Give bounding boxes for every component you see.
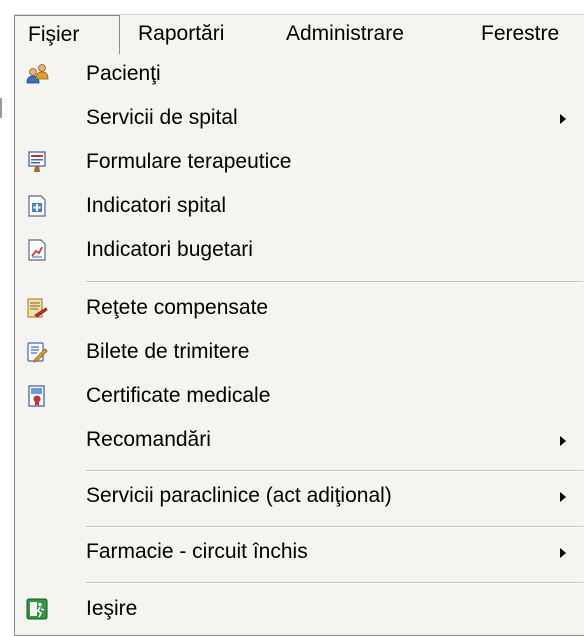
menu-item-label: Servicii de spital	[86, 106, 238, 129]
menu-item-formulare-terapeutice[interactable]: Formulare terapeutice	[15, 140, 584, 184]
menu-item-label: Indicatori spital	[86, 194, 227, 217]
menu-separator	[86, 582, 583, 584]
window-edge	[0, 98, 2, 118]
menu-item-servicii-spital[interactable]: Servicii de spital	[15, 96, 584, 140]
medical-certificate-icon	[26, 385, 48, 407]
submenu-arrow-icon	[560, 548, 566, 558]
application-screen: Fişier Raportări Administrare Ferestre P…	[0, 0, 584, 636]
menu-item-indicatori-bugetari[interactable]: Indicatori bugetari	[15, 228, 584, 272]
referral-tickets-icon	[26, 341, 48, 363]
menu-item-label: Farmacie - circuit închis	[86, 540, 308, 563]
submenu-arrow-icon	[560, 492, 566, 502]
menu-item-label: Ieşire	[86, 597, 138, 620]
prescriptions-icon	[26, 297, 48, 319]
hospital-indicators-icon	[26, 195, 48, 217]
menu-item-label: Reţete compensate	[86, 296, 269, 319]
menu-item-label: Certificate medicale	[86, 384, 271, 407]
menu-administrare[interactable]: Administrare	[286, 15, 404, 53]
menu-item-pacienti[interactable]: Pacienţi	[15, 52, 584, 96]
menu-raportari[interactable]: Raportări	[138, 15, 224, 53]
menu-item-label: Formulare terapeutice	[86, 150, 292, 173]
file-dropdown-menu: Pacienţi Servicii de spital Formulare te…	[14, 51, 584, 636]
menu-item-iesire[interactable]: Ieşire	[15, 587, 584, 631]
menu-separator	[86, 526, 583, 528]
menu-item-bilete-trimitere[interactable]: Bilete de trimitere	[15, 330, 584, 374]
menu-item-label: Pacienţi	[86, 62, 161, 85]
menu-item-label: Servicii paraclinice (act adiţional)	[86, 484, 392, 507]
exit-icon	[26, 598, 48, 620]
menu-bar: Fişier Raportări Administrare Ferestre	[14, 14, 584, 54]
submenu-arrow-icon	[560, 114, 566, 124]
menu-item-indicatori-spital[interactable]: Indicatori spital	[15, 184, 584, 228]
menu-item-farmacie[interactable]: Farmacie - circuit închis	[15, 530, 584, 574]
menu-item-retete-compensate[interactable]: Reţete compensate	[15, 286, 584, 330]
budget-indicators-icon	[26, 239, 48, 261]
menu-item-label: Indicatori bugetari	[86, 238, 253, 261]
menu-ferestre[interactable]: Ferestre	[481, 15, 559, 53]
menu-separator	[86, 281, 583, 283]
patients-icon	[26, 63, 49, 85]
menu-separator	[86, 470, 583, 472]
menu-item-label: Bilete de trimitere	[86, 340, 250, 363]
menu-item-recomandari[interactable]: Recomandări	[15, 418, 584, 462]
menu-item-servicii-paraclinice[interactable]: Servicii paraclinice (act adiţional)	[15, 474, 584, 518]
forms-icon	[26, 151, 48, 173]
menu-item-certificate-medicale[interactable]: Certificate medicale	[15, 374, 584, 418]
submenu-arrow-icon	[560, 436, 566, 446]
menu-item-label: Recomandări	[86, 428, 211, 451]
menu-fisier[interactable]: Fişier	[14, 15, 120, 54]
